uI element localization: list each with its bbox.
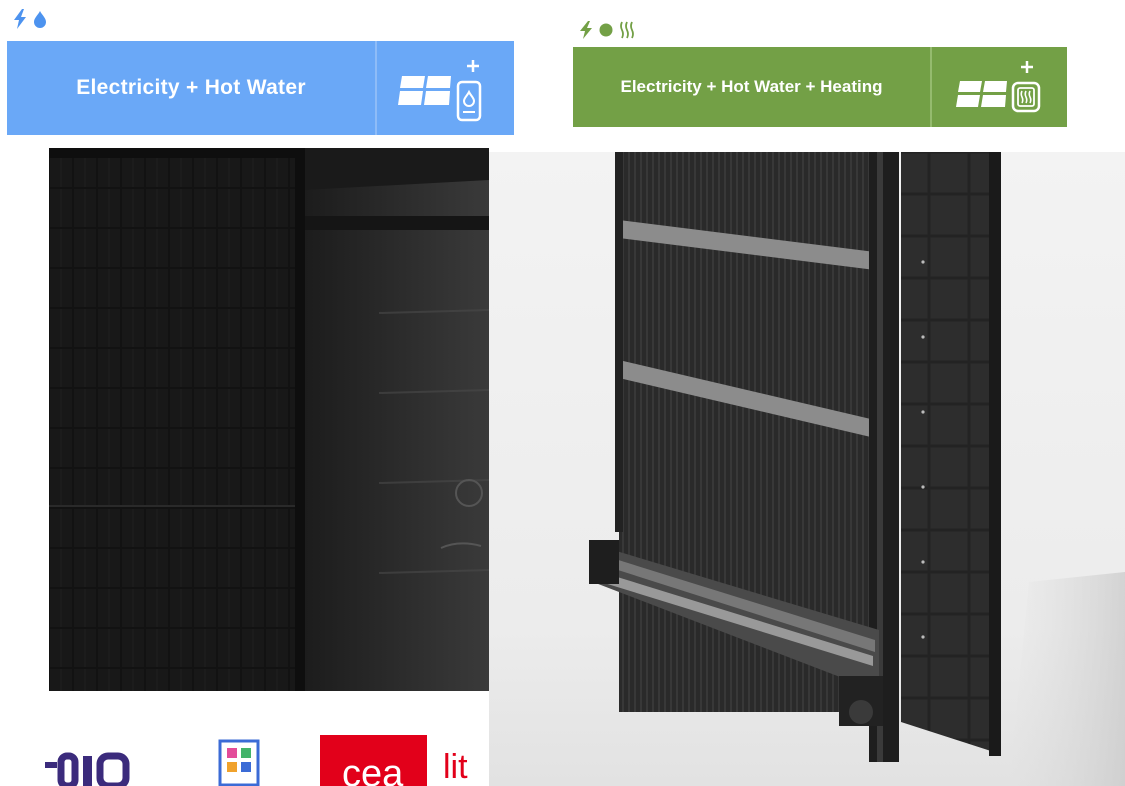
cea-logo-text: cea — [342, 753, 404, 786]
lightning-icon — [580, 21, 592, 39]
heat-waves-icon — [620, 21, 634, 39]
feature-icons-electricity-water-heating — [579, 21, 635, 39]
partner-logos: cea lit — [45, 728, 489, 786]
product-label: Electricity + Hot Water + Heating — [620, 77, 883, 96]
product-label: Electricity + Hot Water — [76, 76, 306, 99]
black-solar-panel-photo — [49, 148, 489, 691]
building-logo-icon — [218, 739, 260, 786]
product-banner-electricity-hot-water[interactable]: Electricity + Hot Water — [7, 41, 514, 135]
lightning-icon — [14, 9, 26, 29]
cea-logo: cea — [320, 735, 427, 786]
feature-icons-electricity-water — [13, 9, 47, 29]
hybrid-pvt-panel-photo — [489, 152, 1125, 786]
water-drop-icon — [34, 11, 46, 28]
solar-panel-heater-icon — [932, 47, 1067, 127]
product-banner-electricity-hot-water-heating[interactable]: Electricity + Hot Water + Heating — [573, 47, 1067, 127]
cea-partial-text: lit — [443, 748, 468, 786]
solar-panel-water-tank-icon — [377, 41, 514, 135]
water-drop-icon — [599, 23, 613, 37]
